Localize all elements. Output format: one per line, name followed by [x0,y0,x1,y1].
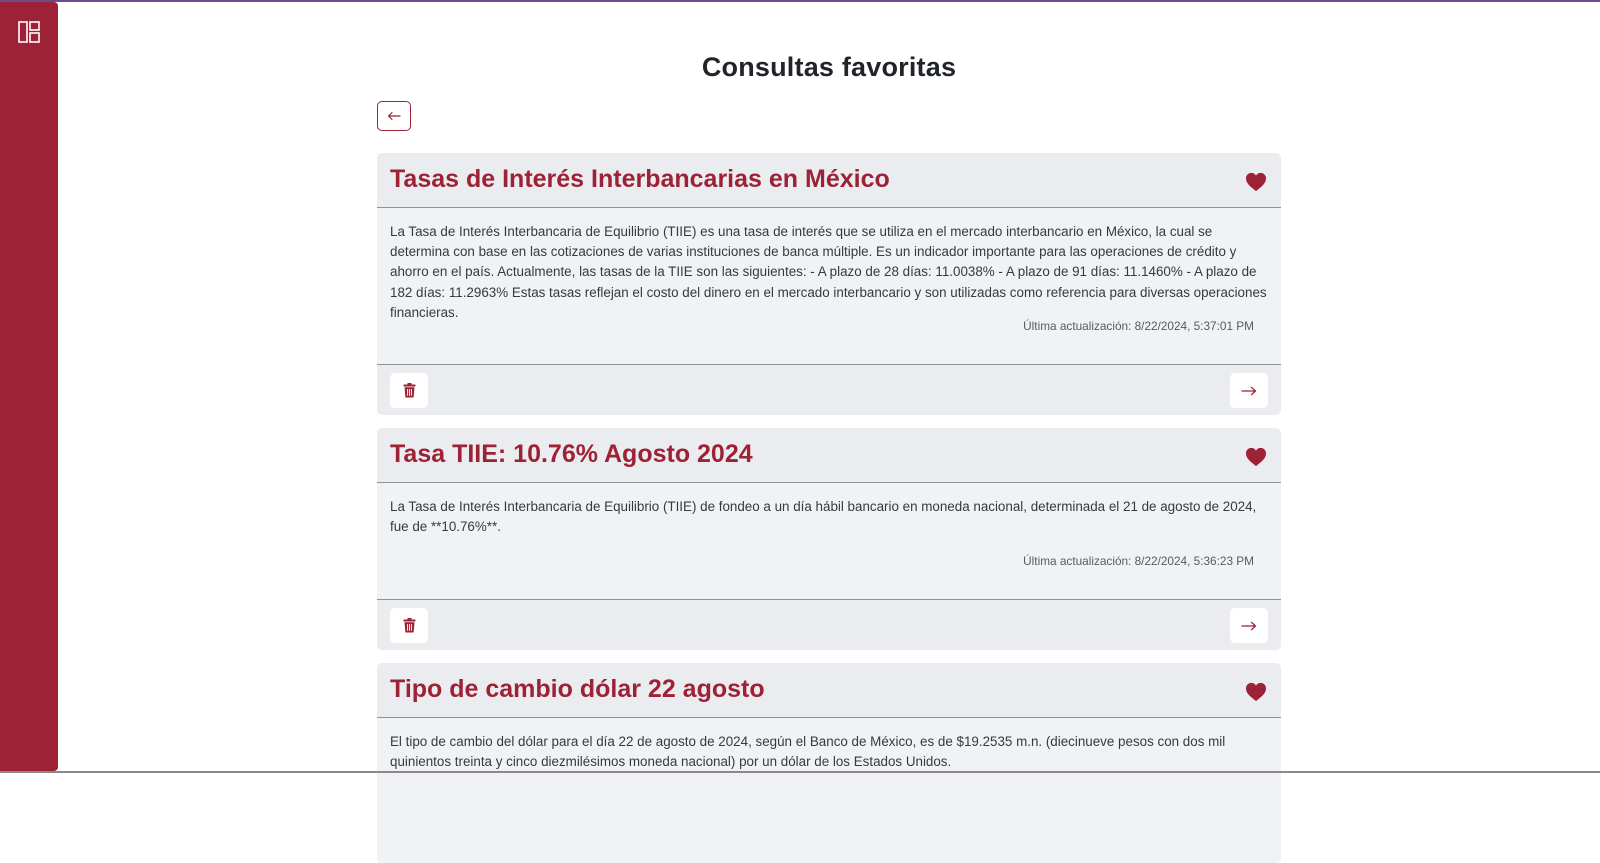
favorite-card: Tipo de cambio dólar 22 agosto El tipo d… [377,663,1281,863]
arrow-left-icon [387,111,401,121]
window-top-border [0,0,1600,2]
card-description: La Tasa de Interés Interbancaria de Equi… [390,499,1257,535]
delete-button[interactable] [390,608,428,643]
sidebar [0,2,58,771]
layout-panels-icon [18,21,40,43]
favorite-card: Tasa TIIE: 10.76% Agosto 2024 La Tasa de… [377,428,1281,650]
arrow-right-icon [1241,386,1257,395]
card-description: El tipo de cambio del dólar para el día … [390,734,1226,770]
trash-icon [403,618,415,633]
arrow-right-icon [1241,621,1257,630]
last-updated: Última actualización: 8/22/2024, 5:36:23… [1023,554,1254,568]
heart-icon[interactable] [1245,682,1267,702]
favorite-card: Tasas de Interés Interbancarias en Méxic… [377,153,1281,415]
card-header: Tipo de cambio dólar 22 agosto [377,663,1281,718]
sidebar-toggle-button[interactable] [16,19,42,45]
last-updated: Última actualización: 8/22/2024, 5:37:01… [1023,319,1254,333]
open-query-button[interactable] [1230,608,1268,643]
open-query-button[interactable] [1230,373,1268,408]
card-description: La Tasa de Interés Interbancaria de Equi… [390,224,1267,320]
card-body: La Tasa de Interés Interbancaria de Equi… [377,483,1281,568]
page-title: Consultas favoritas [701,52,957,82]
heart-icon[interactable] [1245,447,1267,467]
card-footer [377,364,1281,415]
back-button[interactable] [377,101,411,131]
card-title: Tasa TIIE: 10.76% Agosto 2024 [390,440,753,468]
card-body: El tipo de cambio del dólar para el día … [377,718,1281,772]
card-footer [377,599,1281,650]
trash-icon [403,383,415,398]
heart-icon[interactable] [1245,172,1267,192]
card-title: Tasas de Interés Interbancarias en Méxic… [390,165,890,193]
delete-button[interactable] [390,373,428,408]
card-body: La Tasa de Interés Interbancaria de Equi… [377,208,1281,333]
card-title: Tipo de cambio dólar 22 agosto [390,675,765,703]
card-header: Tasas de Interés Interbancarias en Méxic… [377,153,1281,208]
card-header: Tasa TIIE: 10.76% Agosto 2024 [377,428,1281,483]
